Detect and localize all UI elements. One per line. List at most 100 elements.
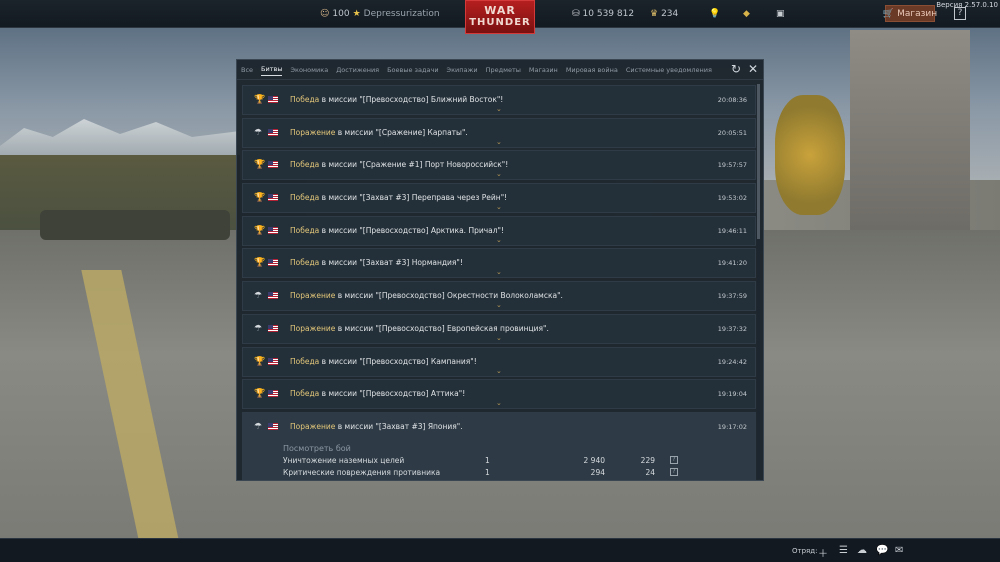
player-info[interactable]: ☺ 100 ★ Depressurization xyxy=(320,9,440,19)
chevron-down-icon[interactable]: ⌄ xyxy=(496,302,502,309)
close-icon[interactable]: ✕ xyxy=(748,63,758,75)
battle-row[interactable]: ☂ Поражение в миссии "[Захват #3] Япония"… xyxy=(242,411,756,480)
usa-flag-icon xyxy=(268,96,278,103)
reward-row: Уничтожение наземных целей 1 2 940 229? xyxy=(283,455,743,468)
reward-research: 229 xyxy=(640,455,655,465)
notifications-window: Все Битвы Экономика Достижения Боевые задачи… xyxy=(236,59,764,481)
battle-row[interactable]: ☂ Поражение в миссии "[Превосходство] Евр… xyxy=(242,313,756,344)
usa-flag-icon xyxy=(268,390,278,398)
battle-time: 19:37:32 xyxy=(717,324,747,333)
silver-lions-value: 10 539 812 xyxy=(582,9,635,19)
battle-time: 19:46:11 xyxy=(717,226,747,235)
chevron-down-icon[interactable]: ⌄ xyxy=(496,367,502,374)
contacts-icon[interactable]: ☁ xyxy=(857,545,867,556)
battle-row[interactable]: 🏆 Победа в миссии "[Превосходство] Аттика… xyxy=(242,379,756,410)
battle-result: Поражение xyxy=(290,421,336,431)
squad-label: Отряд: xyxy=(792,547,818,555)
silver-lions-balance[interactable]: ⛁ 10 539 812 xyxy=(572,9,634,19)
chevron-down-icon[interactable]: ⌄ xyxy=(496,204,502,211)
cart-icon: 🛒 xyxy=(882,8,895,19)
battle-row[interactable]: ☂ Поражение в миссии "[Превосходство] Окр… xyxy=(242,281,756,312)
scrollbar-thumb[interactable] xyxy=(757,84,760,239)
parachute-icon: ☂ xyxy=(254,127,263,138)
golden-eagles-value: 234 xyxy=(661,9,679,19)
tab-8[interactable]: Мировая война xyxy=(566,64,618,76)
mission-name: в миссии "[Сражение] Карпаты". xyxy=(335,127,468,137)
premium-icon[interactable]: ◆ xyxy=(743,9,750,19)
war-thunder-logo[interactable]: WAR THUNDER xyxy=(465,0,535,34)
battle-message: Победа в миссии "[Превосходство] Кампани… xyxy=(290,357,477,366)
trophy-icon: 🏆 xyxy=(254,160,266,171)
tab-1[interactable]: Битвы xyxy=(261,63,283,76)
add-squad-icon[interactable]: ＋ xyxy=(818,545,828,560)
scrollbar[interactable] xyxy=(757,84,760,479)
tank-silhouette xyxy=(40,210,230,240)
chevron-down-icon[interactable]: ⌄ xyxy=(496,138,502,145)
usa-flag-icon xyxy=(268,194,278,202)
trophy-icon: 🏆 xyxy=(254,356,266,367)
tab-2[interactable]: Экономика xyxy=(290,64,328,76)
chevron-down-icon[interactable]: ⌄ xyxy=(496,334,502,341)
battle-row[interactable]: 🏆 Победа в миссии "[Превосходство] Арктик… xyxy=(242,215,756,246)
mission-name: в миссии "[Превосходство] Кампания"! xyxy=(319,356,477,366)
chevron-down-icon[interactable]: ⌄ xyxy=(496,171,502,178)
version-label: Версия 2.57.0.10 xyxy=(936,1,998,9)
tab-0[interactable]: Все xyxy=(241,64,253,76)
battle-result: Победа xyxy=(290,389,320,399)
battle-row[interactable]: ☂ Поражение в миссии "[Сражение] Карпаты"… xyxy=(242,117,756,148)
rank-star-icon: ★ xyxy=(352,9,361,19)
chevron-down-icon[interactable]: ⌄ xyxy=(496,269,502,276)
tab-7[interactable]: Магазин xyxy=(529,64,558,76)
control-tower xyxy=(850,30,970,230)
tab-3[interactable]: Достижения xyxy=(336,64,379,76)
tab-6[interactable]: Предметы xyxy=(486,64,521,76)
battle-time: 20:05:51 xyxy=(717,128,747,137)
battle-time: 19:57:57 xyxy=(717,161,747,170)
battle-message: Поражение в миссии "[Сражение] Карпаты". xyxy=(290,128,468,137)
mission-name: в миссии "[Превосходство] Арктика. Прича… xyxy=(319,225,505,235)
help-button[interactable]: ? xyxy=(670,455,678,464)
shop-label: Магазин xyxy=(897,8,938,19)
battle-details: Посмотреть бой Уничтожение наземных целей… xyxy=(283,444,743,480)
battle-row[interactable]: 🏆 Победа в миссии "[Превосходство] Ближни… xyxy=(242,85,756,115)
battle-row[interactable]: 🏆 Победа в миссии "[Захват #3] Нормандия"… xyxy=(242,248,756,279)
battle-message: Победа в миссии "[Превосходство] Аттика"… xyxy=(290,389,465,398)
mission-name: в миссии "[Захват #3] Нормандия"! xyxy=(319,258,463,268)
battle-message: Победа в миссии "[Захват #3] Переправа ч… xyxy=(290,193,507,202)
chat-icon[interactable]: 💬 xyxy=(876,545,888,556)
trophy-icon: 🏆 xyxy=(254,95,266,105)
tab-bar: Все Битвы Экономика Достижения Боевые задачи… xyxy=(237,60,763,80)
mail-icon[interactable]: ✉ xyxy=(895,545,903,556)
chevron-down-icon[interactable]: ⌄ xyxy=(496,106,502,113)
help-button[interactable]: ? xyxy=(670,467,678,476)
battle-message: Поражение в миссии "[Захват #3] Япония". xyxy=(290,422,463,431)
trophy-icon: 🏆 xyxy=(254,389,266,400)
player-rank: 100 xyxy=(332,9,350,19)
battle-result: Поражение xyxy=(290,127,336,137)
battle-row[interactable]: 🏆 Победа в миссии "[Сражение #1] Порт Нов… xyxy=(242,150,756,181)
battle-row[interactable]: 🏆 Победа в миссии "[Превосходство] Кампан… xyxy=(242,346,756,377)
tab-4[interactable]: Боевые задачи xyxy=(387,64,438,76)
battle-time: 19:53:02 xyxy=(717,194,747,203)
golden-eagles-icon: ♛ xyxy=(650,9,659,19)
lightbulb-icon[interactable]: 💡 xyxy=(709,9,720,19)
battle-list: 🏆 Победа в миссии "[Превосходство] Ближни… xyxy=(242,85,756,480)
coupon-icon[interactable]: ▣ xyxy=(776,9,785,19)
bottom-bar: Отряд: ＋ ☰ ☁ 💬 ✉ xyxy=(0,538,1000,562)
battle-result: Победа xyxy=(290,95,320,104)
mission-name: в миссии "[Превосходство] Ближний Восток… xyxy=(319,95,504,104)
battle-row[interactable]: 🏆 Победа в миссии "[Захват #3] Переправа … xyxy=(242,183,756,214)
tab-5[interactable]: Экипажи xyxy=(447,64,478,76)
mission-name: в миссии "[Захват #3] Переправа через Ре… xyxy=(319,193,508,203)
golden-eagles-balance[interactable]: ♛ 234 xyxy=(650,9,678,19)
shop-button[interactable]: 🛒 Магазин xyxy=(882,5,938,22)
battle-time: 20:08:36 xyxy=(717,96,747,104)
chevron-down-icon[interactable]: ⌄ xyxy=(496,400,502,407)
battle-message: Победа в миссии "[Превосходство] Арктика… xyxy=(290,226,504,235)
chevron-down-icon[interactable]: ⌄ xyxy=(496,236,502,243)
tab-9[interactable]: Системные уведомления xyxy=(626,64,712,76)
view-battle-link[interactable]: Посмотреть бой xyxy=(283,444,743,453)
reward-row: Критические повреждения противника 1 294 24… xyxy=(283,467,743,480)
list-icon[interactable]: ☰ xyxy=(839,545,848,556)
refresh-icon[interactable]: ↻ xyxy=(731,63,741,75)
